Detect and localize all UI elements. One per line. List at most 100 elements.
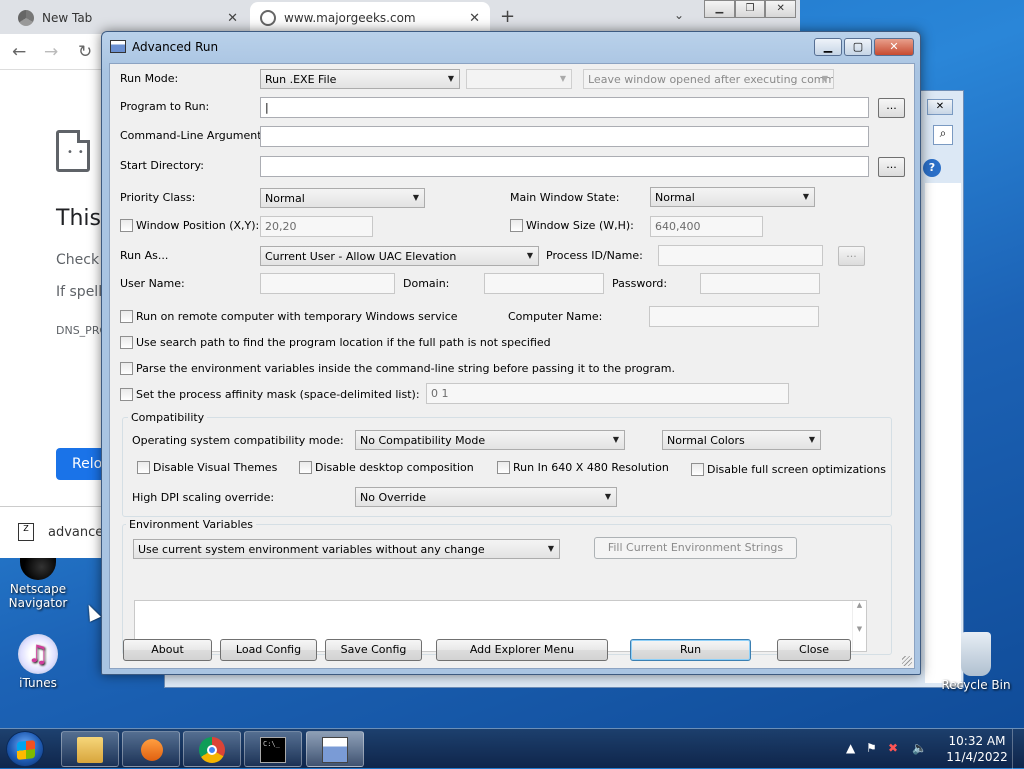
affinity-input[interactable]: 0 1 xyxy=(426,383,789,404)
user-name-input[interactable] xyxy=(260,273,395,294)
program-browse-button[interactable]: ... xyxy=(878,98,905,118)
search-path-checkbox[interactable]: Use search path to find the program loca… xyxy=(120,336,551,349)
high-dpi-select[interactable]: No Override xyxy=(355,487,617,507)
disable-composition-checkbox[interactable]: Disable desktop composition xyxy=(299,461,474,474)
maximize-icon[interactable]: ▢ xyxy=(844,38,872,56)
desktop-icon-netscape[interactable]: Netscape Navigator xyxy=(0,558,76,610)
add-explorer-menu-button[interactable]: Add Explorer Menu xyxy=(436,639,608,661)
start-button[interactable] xyxy=(6,731,44,767)
error-line: Check i xyxy=(56,252,108,268)
close-button[interactable]: Close xyxy=(777,639,851,661)
browser-tab-majorgeeks[interactable]: www.majorgeeks.com ✕ xyxy=(250,2,490,34)
window-position-checkbox[interactable]: Window Position (X,Y): xyxy=(120,219,259,232)
browser-tabstrip: New Tab ✕ www.majorgeeks.com ✕ + ⌄ ▁ ❐ ✕ xyxy=(0,0,800,34)
res-640-checkbox[interactable]: Run In 640 X 480 Resolution xyxy=(497,461,669,474)
clock-date[interactable]: 11/4/2022 xyxy=(946,750,1008,764)
desktop-icon-itunes[interactable]: ♫ iTunes xyxy=(0,634,76,690)
chrome-icon xyxy=(199,737,225,763)
env-scrollbar[interactable]: ▲ ▼ xyxy=(852,601,866,651)
save-config-button[interactable]: Save Config xyxy=(325,639,422,661)
show-hidden-icons-icon[interactable]: ▲ xyxy=(846,741,855,755)
taskbar-explorer[interactable] xyxy=(61,731,119,767)
browser-tab-new-tab[interactable]: New Tab ✕ xyxy=(8,2,248,34)
taskbar-media-player[interactable] xyxy=(122,731,180,767)
run-mode-extra-select[interactable] xyxy=(466,69,572,89)
volume-icon[interactable]: 🔈 xyxy=(912,741,927,755)
network-icon[interactable]: ✖ xyxy=(888,741,898,755)
close-tab-icon[interactable]: ✕ xyxy=(227,11,238,26)
restore-icon[interactable]: ❐ xyxy=(734,0,766,18)
args-input[interactable] xyxy=(260,126,869,147)
checkbox-label: Run on remote computer with temporary Wi… xyxy=(136,310,458,323)
remote-computer-checkbox[interactable]: Run on remote computer with temporary Wi… xyxy=(120,310,458,323)
back-arrow-icon[interactable]: ← xyxy=(12,42,26,62)
priority-select[interactable]: Normal xyxy=(260,188,425,208)
reload-button[interactable]: Relo xyxy=(56,448,106,480)
run-button[interactable]: Run xyxy=(630,639,751,661)
clock-time[interactable]: 10:32 AM xyxy=(946,734,1008,748)
window-size-checkbox[interactable]: Window Size (W,H): xyxy=(510,219,634,232)
env-mode-select[interactable]: Use current system environment variables… xyxy=(133,539,560,559)
fill-env-button[interactable]: Fill Current Environment Strings xyxy=(594,537,797,559)
start-dir-browse-button[interactable]: ... xyxy=(878,157,905,177)
checkbox-box[interactable] xyxy=(137,461,150,474)
window-size-input[interactable]: 640,400 xyxy=(650,216,763,237)
checkbox-box[interactable] xyxy=(691,463,704,476)
checkbox-box[interactable] xyxy=(497,461,510,474)
program-input[interactable]: | xyxy=(260,97,869,118)
disable-themes-checkbox[interactable]: Disable Visual Themes xyxy=(137,461,277,474)
affinity-checkbox[interactable]: Set the process affinity mask (space-del… xyxy=(120,388,420,401)
checkbox-box[interactable] xyxy=(120,362,133,375)
dialog-title: Advanced Run xyxy=(132,40,219,54)
help-icon[interactable]: ? xyxy=(923,159,941,177)
tab-search-button[interactable]: ⌄ xyxy=(674,8,684,22)
action-center-icon[interactable]: ⚑ xyxy=(866,741,877,755)
compatibility-group-title: Compatibility xyxy=(128,411,208,424)
forward-arrow-icon[interactable]: → xyxy=(44,42,58,62)
domain-input[interactable] xyxy=(484,273,604,294)
checkbox-box[interactable] xyxy=(120,388,133,401)
desktop-icon-recycle-bin[interactable]: Recycle Bin xyxy=(938,632,1014,692)
dialog-titlebar[interactable]: Advanced Run ▁ ▢ ✕ xyxy=(102,32,920,60)
about-button[interactable]: About xyxy=(123,639,212,661)
os-compat-select[interactable]: No Compatibility Mode xyxy=(355,430,625,450)
process-id-input[interactable] xyxy=(658,245,823,266)
checkbox-box[interactable] xyxy=(120,310,133,323)
computer-name-input[interactable] xyxy=(649,306,819,327)
search-icon[interactable]: ⌕ xyxy=(933,125,953,145)
load-config-button[interactable]: Load Config xyxy=(220,639,317,661)
process-browse-button[interactable]: ... xyxy=(838,246,865,266)
checkbox-box[interactable] xyxy=(299,461,312,474)
minimize-icon[interactable]: ▁ xyxy=(704,0,735,18)
taskbar-chrome[interactable] xyxy=(183,731,241,767)
show-desktop-button[interactable] xyxy=(1012,729,1024,769)
desktop-icon-label: Recycle Bin xyxy=(941,678,1011,692)
minimize-icon[interactable]: ▁ xyxy=(814,38,842,56)
checkbox-box[interactable] xyxy=(120,219,133,232)
window-position-input[interactable]: 20,20 xyxy=(260,216,373,237)
taskbar-advanced-run[interactable] xyxy=(306,731,364,767)
close-icon[interactable]: ✕ xyxy=(874,38,914,56)
colors-select[interactable]: Normal Colors xyxy=(662,430,821,450)
close-icon[interactable]: ✕ xyxy=(765,0,797,18)
checkbox-label: Disable desktop composition xyxy=(315,461,474,474)
folder-icon xyxy=(77,737,103,763)
taskbar-command-prompt[interactable]: C:\_ xyxy=(244,731,302,767)
run-as-select[interactable]: Current User - Allow UAC Elevation xyxy=(260,246,539,266)
reload-icon[interactable]: ↻ xyxy=(78,42,92,62)
checkbox-box[interactable] xyxy=(510,219,523,232)
parse-env-checkbox[interactable]: Parse the environment variables inside t… xyxy=(120,362,675,375)
disable-fullscreen-checkbox[interactable]: Disable full screen optimizations xyxy=(691,463,886,476)
new-tab-button[interactable]: + xyxy=(500,6,515,27)
checkbox-box[interactable] xyxy=(120,336,133,349)
close-tab-icon[interactable]: ✕ xyxy=(469,11,480,26)
main-window-state-select[interactable]: Normal xyxy=(650,187,815,207)
download-item[interactable]: advance xyxy=(48,525,103,540)
password-input[interactable] xyxy=(700,273,820,294)
resize-grip[interactable] xyxy=(902,656,912,666)
error-line: If spelli xyxy=(56,284,106,300)
start-dir-input[interactable] xyxy=(260,156,869,177)
leave-window-select[interactable]: Leave window opened after executing comm… xyxy=(583,69,834,89)
run-mode-select[interactable]: Run .EXE File xyxy=(260,69,460,89)
close-icon[interactable]: ✕ xyxy=(927,99,953,115)
